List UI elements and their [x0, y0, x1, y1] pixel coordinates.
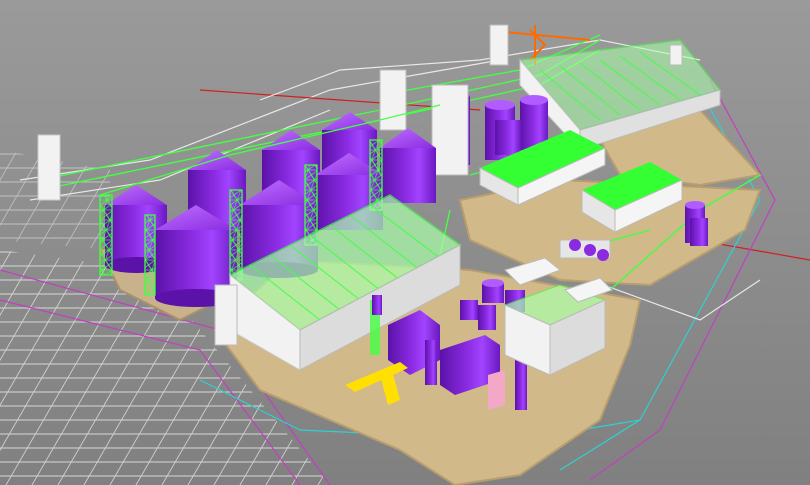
- cad-scene: [0, 0, 810, 485]
- scene-svg: [0, 0, 810, 485]
